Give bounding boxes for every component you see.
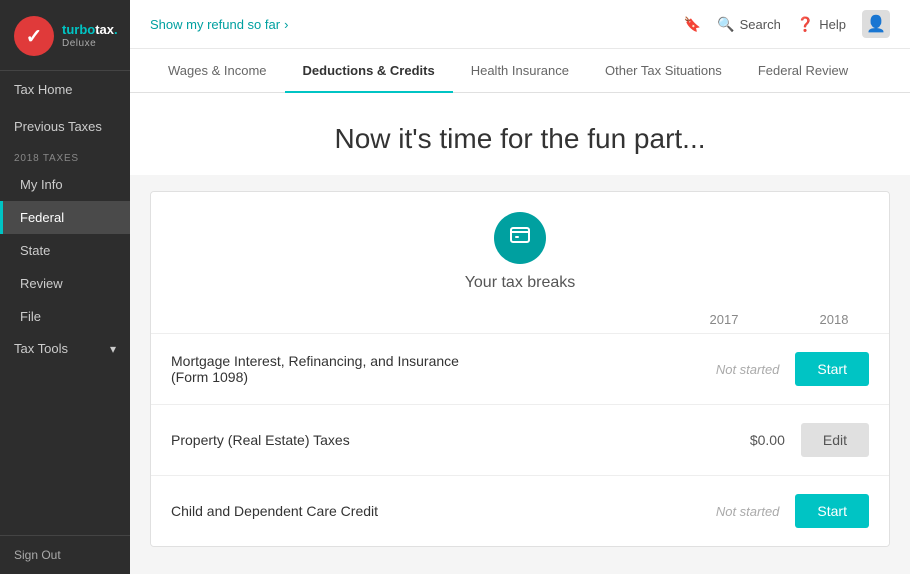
sidebar-item-review[interactable]: Review [0, 267, 130, 300]
card-header-icon-circle [494, 212, 546, 264]
refund-link[interactable]: Show my refund so far › [150, 17, 288, 32]
sidebar-item-label: State [20, 243, 50, 258]
help-button[interactable]: ❓ Help [797, 16, 846, 33]
sidebar-navigation: Tax Home Previous Taxes 2018 TAXES My In… [0, 71, 130, 535]
year-2018: 2018 [799, 312, 869, 327]
sidebar: ✓ turbotax. Deluxe Tax Home Previous Tax… [0, 0, 130, 574]
avatar[interactable]: 👤 [862, 10, 890, 38]
search-button[interactable]: 🔍 Search [717, 16, 781, 33]
logo-icon: ✓ [14, 16, 54, 56]
tax-tools-label: Tax Tools [14, 341, 68, 356]
start-button-child-care[interactable]: Start [795, 494, 869, 528]
row-label-child-care: Child and Dependent Care Credit [171, 503, 699, 519]
year-2017: 2017 [689, 312, 759, 327]
start-button-mortgage[interactable]: Start [795, 352, 869, 386]
sidebar-item-label: My Info [20, 177, 63, 192]
bookmark-button[interactable]: 🔖 [684, 16, 701, 33]
card-header: Your tax breaks [151, 192, 889, 312]
topbar-actions: 🔖 🔍 Search ❓ Help 👤 [684, 10, 890, 38]
row-status-child-care: Not started [699, 504, 779, 519]
page-header: Now it's time for the fun part... [130, 93, 910, 175]
sidebar-item-file[interactable]: File [0, 300, 130, 333]
search-icon: 🔍 [717, 16, 734, 33]
sign-out-button[interactable]: Sign Out [0, 535, 130, 574]
content-area: Now it's time for the fun part... Your t… [130, 93, 910, 574]
sidebar-item-label: Previous Taxes [14, 119, 102, 134]
tab-federal-review[interactable]: Federal Review [740, 49, 866, 92]
product-name: Deluxe [62, 38, 118, 49]
tab-other-tax-situations[interactable]: Other Tax Situations [587, 49, 740, 92]
logo-area: ✓ turbotax. Deluxe [0, 0, 130, 71]
tab-wages-income[interactable]: Wages & Income [150, 49, 285, 92]
row-value-property-tax: $0.00 [725, 432, 785, 448]
brand-name: turbotax. [62, 23, 118, 37]
table-row: Property (Real Estate) Taxes $0.00 Edit [151, 404, 889, 475]
help-icon: ❓ [797, 16, 814, 33]
user-icon: 👤 [866, 14, 886, 34]
nav-tabs: Wages & Income Deductions & Credits Heal… [130, 49, 910, 93]
edit-button-property-tax[interactable]: Edit [801, 423, 869, 457]
sidebar-item-federal[interactable]: Federal [0, 201, 130, 234]
main-content: Show my refund so far › 🔖 🔍 Search ❓ Hel… [130, 0, 910, 574]
sidebar-section-2018taxes: 2018 TAXES [0, 145, 130, 168]
row-status-mortgage: Not started [699, 362, 779, 377]
sidebar-item-state[interactable]: State [0, 234, 130, 267]
sidebar-item-tax-home[interactable]: Tax Home [0, 71, 130, 108]
tax-breaks-icon [508, 223, 532, 253]
sidebar-item-tax-tools[interactable]: Tax Tools ▾ [0, 333, 130, 364]
sidebar-item-previous-taxes[interactable]: Previous Taxes [0, 108, 130, 145]
tax-breaks-card: Your tax breaks 2017 2018 Mortgage Inter… [150, 191, 890, 547]
topbar: Show my refund so far › 🔖 🔍 Search ❓ Hel… [130, 0, 910, 49]
sidebar-item-label: Review [20, 276, 63, 291]
bookmark-icon: 🔖 [684, 16, 701, 33]
sidebar-item-label: File [20, 309, 41, 324]
tab-deductions-credits[interactable]: Deductions & Credits [285, 49, 453, 92]
row-label-mortgage: Mortgage Interest, Refinancing, and Insu… [171, 353, 699, 385]
tab-health-insurance[interactable]: Health Insurance [453, 49, 587, 92]
table-row: Mortgage Interest, Refinancing, and Insu… [151, 333, 889, 404]
page-title: Now it's time for the fun part... [150, 123, 890, 155]
sidebar-item-label: Federal [20, 210, 64, 225]
row-label-property-tax: Property (Real Estate) Taxes [171, 432, 725, 448]
sidebar-item-label: Tax Home [14, 82, 73, 97]
table-row: Child and Dependent Care Credit Not star… [151, 475, 889, 546]
card-heading: Your tax breaks [465, 274, 576, 292]
chevron-down-icon: ▾ [110, 342, 116, 356]
sidebar-item-my-info[interactable]: My Info [0, 168, 130, 201]
year-columns: 2017 2018 [151, 312, 889, 333]
